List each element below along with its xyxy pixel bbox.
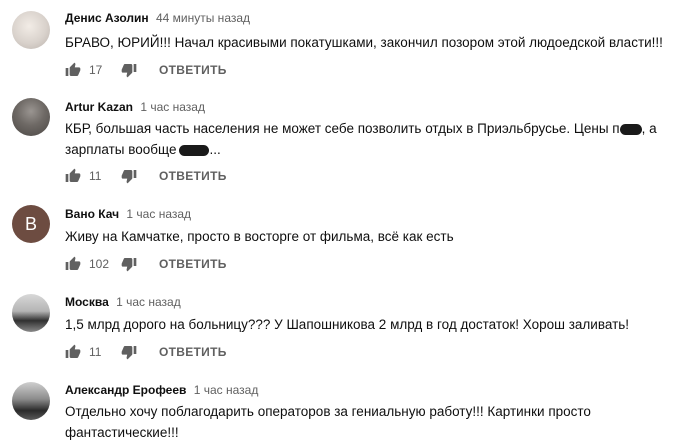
thumb-down-icon[interactable] — [121, 62, 137, 78]
thumb-up-icon[interactable] — [65, 256, 81, 272]
comment-text: Живу на Камчатке, просто в восторге от ф… — [65, 229, 454, 244]
comment-header: Москва 1 час назад — [65, 295, 181, 309]
censored-blot — [619, 123, 642, 135]
comment-text-line: фантастические!!! — [65, 425, 179, 440]
comment-time[interactable]: 44 минуты назад — [156, 11, 250, 25]
avatar[interactable]: B — [12, 205, 50, 243]
author-name[interactable]: Александр Ерофеев — [65, 383, 186, 397]
thumb-up-icon[interactable] — [65, 168, 81, 184]
text-fragment: зарплаты вообще — [65, 142, 177, 157]
comment-time[interactable]: 1 час назад — [116, 295, 181, 309]
comment-header: Денис Азолин 44 минуты назад — [65, 11, 250, 25]
comment-actions: 17 ОТВЕТИТЬ — [65, 60, 227, 80]
avatar[interactable] — [12, 11, 50, 49]
reply-button[interactable]: ОТВЕТИТЬ — [159, 63, 227, 77]
comment-text-line: Отдельно хочу поблагодарить операторов з… — [65, 404, 591, 419]
avatar[interactable] — [12, 98, 50, 136]
like-count: 11 — [89, 169, 102, 183]
reply-button[interactable]: ОТВЕТИТЬ — [159, 257, 227, 271]
comment-time[interactable]: 1 час назад — [126, 207, 191, 221]
avatar[interactable] — [12, 382, 50, 420]
comment-header: Artur Kazan 1 час назад — [65, 100, 205, 114]
thumb-up-icon[interactable] — [65, 344, 81, 360]
comment-actions: 11 ОТВЕТИТЬ — [65, 166, 227, 186]
comment-header: Александр Ерофеев 1 час назад — [65, 383, 258, 397]
author-name[interactable]: Artur Kazan — [65, 100, 133, 114]
reply-button[interactable]: ОТВЕТИТЬ — [159, 169, 227, 183]
thumb-down-icon[interactable] — [121, 256, 137, 272]
comment-time[interactable]: 1 час назад — [194, 383, 259, 397]
reply-button[interactable]: ОТВЕТИТЬ — [159, 345, 227, 359]
like-count: 11 — [89, 345, 102, 359]
author-name[interactable]: Вано Кач — [65, 207, 119, 221]
comment-header: Вано Кач 1 час назад — [65, 207, 191, 221]
text-fragment: КБР, большая часть населения не может се… — [65, 121, 620, 136]
comment-text: 1,5 млрд дорого на больницу??? У Шапошни… — [65, 317, 630, 332]
thumb-up-icon[interactable] — [65, 62, 81, 78]
text-fragment: ... — [209, 142, 221, 157]
author-name[interactable]: Денис Азолин — [65, 11, 149, 25]
thumb-down-icon[interactable] — [121, 344, 137, 360]
comment-text: Отдельно хочу поблагодарить операторов з… — [65, 401, 665, 443]
thumb-down-icon[interactable] — [121, 168, 137, 184]
text-fragment: , а — [641, 121, 657, 136]
comment-actions: 11 ОТВЕТИТЬ — [65, 342, 227, 362]
comment-text-line: зарплаты вообще... — [65, 139, 665, 160]
censored-blot — [179, 144, 210, 156]
comment-text: КБР, большая часть населения не может се… — [65, 118, 665, 160]
author-name[interactable]: Москва — [65, 295, 109, 309]
comment-text-line: КБР, большая часть населения не может се… — [65, 118, 665, 139]
comment-time[interactable]: 1 час назад — [140, 100, 205, 114]
like-count: 102 — [89, 257, 110, 271]
avatar[interactable] — [12, 294, 50, 332]
comment-text: БРАВО, ЮРИЙ!!! Начал красивыми покатушка… — [65, 35, 663, 50]
like-count: 17 — [89, 63, 103, 77]
comment-actions: 102 ОТВЕТИТЬ — [65, 254, 227, 274]
